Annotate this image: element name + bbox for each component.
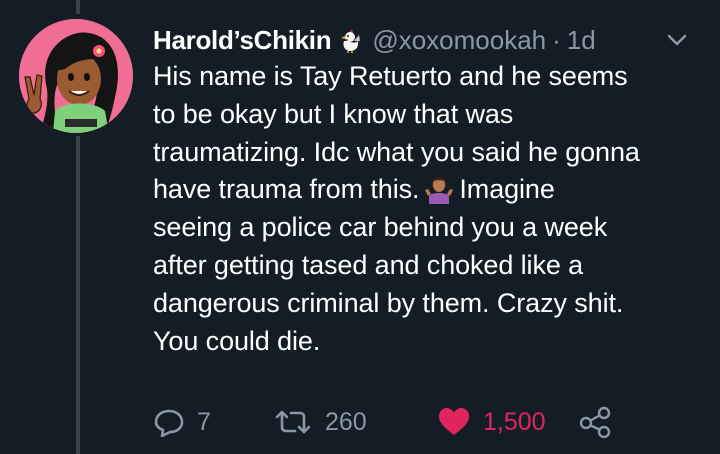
avatar-illustration: [19, 19, 133, 133]
share-button[interactable]: [578, 400, 612, 444]
tweet-text: His name is Tay Retuerto and he seems to…: [153, 58, 698, 360]
tweet-text-segment: have trauma from this.: [153, 174, 420, 205]
retweet-count: 260: [325, 407, 367, 436]
tweet-text-line: His name is Tay Retuerto and he seems: [153, 61, 628, 91]
reply-button[interactable]: 7: [153, 400, 211, 444]
retweet-button[interactable]: 260: [273, 400, 367, 444]
heart-icon: [437, 407, 471, 437]
reply-count: 7: [197, 407, 211, 436]
tweet-text-line: traumatizing. Idc what you said he gonna: [153, 136, 640, 167]
separator-dot: ·: [552, 24, 561, 55]
tweet-actions: 7 260 1,500: [153, 400, 693, 444]
display-name[interactable]: Harold’sChikin: [153, 25, 332, 56]
person-shrugging-emoji: [423, 174, 455, 205]
reply-icon: [153, 407, 185, 437]
avatar[interactable]: [19, 19, 133, 133]
thread-line-bottom: [76, 136, 80, 454]
like-count: 1,500: [483, 407, 546, 436]
tweet-text-line: You could die.: [153, 325, 321, 356]
tweet-text-line: to be okay but I know that was: [153, 98, 514, 129]
tweet-text-line: after getting tased and choked like a: [153, 249, 584, 280]
timestamp[interactable]: 1d: [567, 25, 596, 56]
tweet-text-line: dangerous criminal by them. Crazy shit.: [153, 287, 624, 318]
thread-line-top: [76, 0, 80, 14]
chevron-down-icon[interactable]: [664, 28, 690, 52]
tweet-text-segment: Imagine: [459, 174, 555, 205]
share-icon: [578, 406, 612, 438]
tweet-header: Harold’sChikin @xoxomookah · 1d: [153, 22, 596, 58]
handle[interactable]: @xoxomookah: [372, 25, 546, 56]
tweet-text-line: seeing a police car behind you a week: [153, 212, 608, 243]
rooster-emoji: [338, 27, 362, 53]
tweet-text-line: have trauma from this. Imagine: [153, 171, 698, 209]
like-button[interactable]: 1,500: [437, 400, 546, 444]
retweet-icon: [273, 407, 313, 437]
